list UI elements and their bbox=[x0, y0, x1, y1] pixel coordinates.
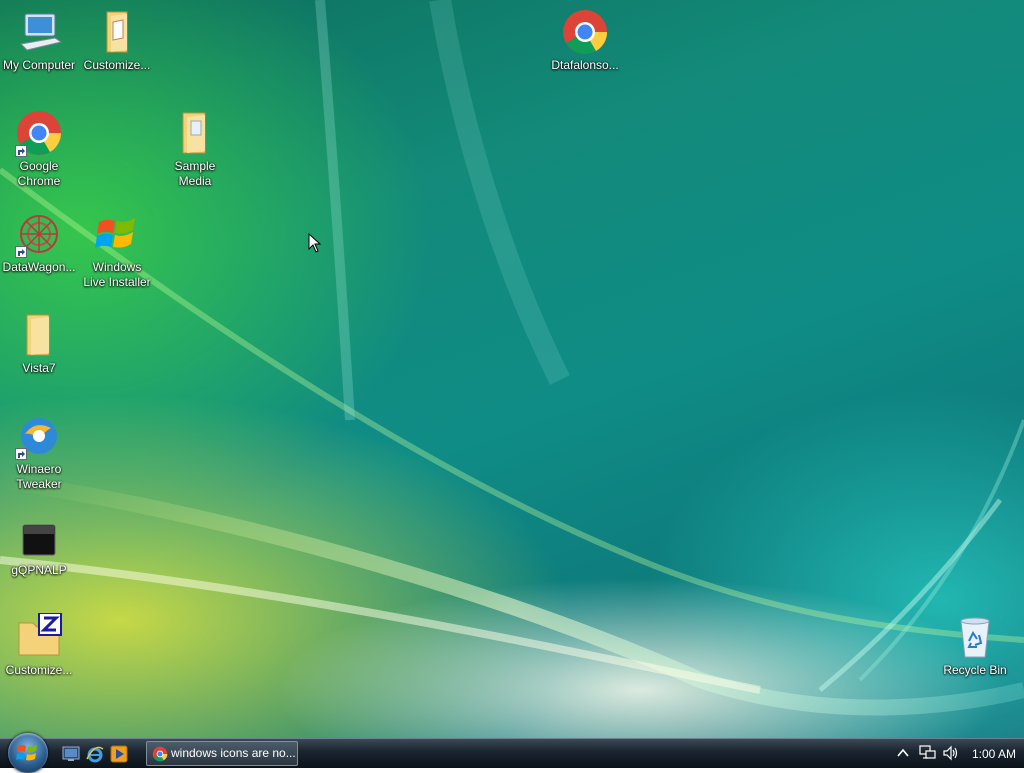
desktop-icon-label: Dtafalonso... bbox=[551, 58, 619, 72]
network-icon[interactable] bbox=[918, 745, 936, 766]
volume-icon[interactable] bbox=[942, 745, 960, 766]
internet-explorer-icon[interactable] bbox=[86, 745, 104, 763]
zip-folder-icon bbox=[15, 612, 63, 661]
taskbar-button-chrome-window[interactable]: windows icons are no... bbox=[146, 741, 298, 766]
desktop-icon-sample-media[interactable]: Sample Media bbox=[156, 109, 234, 189]
chrome-icon bbox=[152, 746, 168, 765]
wallpaper bbox=[0, 0, 1024, 716]
media-player-icon[interactable] bbox=[110, 745, 128, 763]
desktop-icon-label: Customize... bbox=[83, 58, 151, 72]
desktop-icon-label: Vista7 bbox=[22, 361, 56, 375]
desktop-icon-label: Sample Media bbox=[174, 159, 216, 188]
chrome-shortcut-icon bbox=[15, 109, 63, 157]
desktop-icon-label: Recycle Bin bbox=[943, 663, 1007, 677]
desktop-icon-label: gQPNALP bbox=[11, 563, 67, 577]
desktop-icon-datawagon[interactable]: DataWagon... bbox=[0, 210, 78, 275]
desktop-icon-label: My Computer bbox=[2, 58, 76, 72]
desktop-icon-customize-zip[interactable]: Customize... bbox=[0, 612, 78, 678]
taskbar-button-label: windows icons are no... bbox=[171, 746, 296, 760]
start-orb-icon bbox=[16, 745, 37, 761]
show-desktop-icon[interactable] bbox=[62, 745, 80, 763]
desktop-icon-google-chrome[interactable]: Google Chrome bbox=[0, 109, 78, 189]
shortcut-arrow-icon bbox=[15, 145, 27, 157]
desktop-icon-customize-folder[interactable]: Customize... bbox=[78, 8, 156, 73]
desktop-icon-winaero-tweaker[interactable]: Winaero Tweaker bbox=[0, 412, 78, 492]
desktop-icon-dtafalonso[interactable]: Dtafalonso... bbox=[546, 8, 624, 73]
start-button[interactable] bbox=[8, 733, 48, 773]
shortcut-arrow-icon bbox=[15, 246, 27, 258]
folder-icon bbox=[15, 311, 63, 359]
recycle-bin-icon bbox=[951, 613, 999, 661]
desktop-icon-label: Google Chrome bbox=[17, 159, 61, 188]
folder-icon bbox=[93, 8, 141, 56]
desktop-icon-label: Winaero Tweaker bbox=[16, 462, 62, 491]
chrome-icon bbox=[561, 8, 609, 56]
black-app-icon bbox=[15, 513, 63, 561]
shortcut-arrow-icon bbox=[15, 448, 27, 460]
desktop-icon-label: DataWagon... bbox=[2, 260, 76, 274]
desktop-icon-vista7[interactable]: Vista7 bbox=[0, 311, 78, 376]
taskbar: windows icons are no... 1:00 AM bbox=[0, 733, 1024, 773]
show-hidden-icons-icon[interactable] bbox=[896, 745, 910, 766]
desktop-icon-windows-live-installer[interactable]: Windows Live Installer bbox=[78, 210, 156, 290]
winaero-shortcut-icon bbox=[15, 412, 63, 460]
taskbar-clock[interactable]: 1:00 AM bbox=[968, 739, 1020, 769]
desktop-icon-label: Customize... bbox=[5, 663, 73, 677]
desktop-icon-gqpnalp[interactable]: gQPNALP bbox=[0, 513, 78, 578]
mouse-cursor-icon bbox=[308, 232, 322, 258]
desktop-icon-recycle-bin[interactable]: Recycle Bin bbox=[936, 613, 1014, 678]
desktop[interactable]: My Computer Customize... Dtafalonso... G… bbox=[0, 0, 1024, 738]
windows-logo-icon bbox=[93, 210, 141, 258]
folder-icon bbox=[171, 109, 219, 157]
desktop-icon-my-computer[interactable]: My Computer bbox=[0, 8, 78, 73]
datawagon-shortcut-icon bbox=[15, 210, 63, 258]
desktop-icon-label: Windows Live Installer bbox=[83, 260, 151, 289]
computer-icon bbox=[15, 8, 63, 56]
